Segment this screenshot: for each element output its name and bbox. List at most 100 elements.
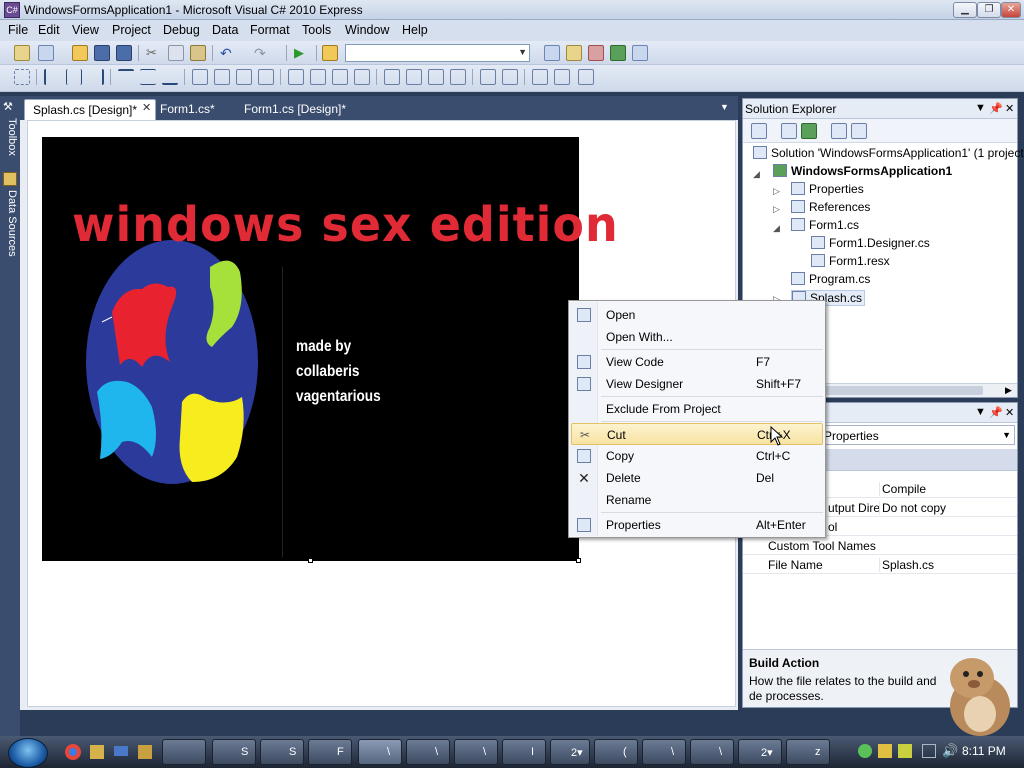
- taskbar-button[interactable]: I: [502, 739, 546, 765]
- menu-edit[interactable]: Edit: [38, 23, 60, 37]
- tab-splash-design[interactable]: Splash.cs [Design]*: [24, 99, 156, 120]
- menu-help[interactable]: Help: [402, 23, 428, 37]
- menu-item-open-with[interactable]: Open With...: [571, 326, 823, 348]
- taskbar-button[interactable]: 2▾: [738, 739, 782, 765]
- decrease-vertical-spacing-icon[interactable]: [428, 69, 444, 85]
- undo-icon[interactable]: ↶: [220, 45, 236, 61]
- remove-spacing-icon[interactable]: [354, 69, 370, 85]
- data-sources-tab[interactable]: Data Sources: [2, 190, 18, 257]
- quick-launch-desktop-icon[interactable]: [110, 739, 132, 765]
- increase-spacing-icon[interactable]: [310, 69, 326, 85]
- tree-form1-designer[interactable]: Form1.Designer.cs: [811, 236, 930, 250]
- menu-item-cut[interactable]: ✂CutCtrl+X: [571, 423, 823, 445]
- tree-program[interactable]: Program.cs: [791, 272, 870, 286]
- center-horizontally-icon[interactable]: [480, 69, 496, 85]
- align-tops-icon[interactable]: [118, 69, 134, 85]
- window-position-icon[interactable]: ▼: [975, 406, 986, 418]
- copy-icon[interactable]: [168, 45, 184, 61]
- taskbar-button[interactable]: z: [786, 739, 830, 765]
- toolbox-icon[interactable]: [588, 45, 604, 61]
- tree-solution[interactable]: Solution 'WindowsFormsApplication1' (1 p…: [753, 146, 1024, 160]
- refresh-icon[interactable]: [801, 123, 817, 139]
- menu-item-open[interactable]: Open: [571, 304, 823, 326]
- increase-vertical-spacing-icon[interactable]: [406, 69, 422, 85]
- decrease-spacing-icon[interactable]: [332, 69, 348, 85]
- align-bottoms-icon[interactable]: [162, 69, 178, 85]
- menu-file[interactable]: File: [8, 23, 28, 37]
- prop-row[interactable]: Custom Tool Names: [743, 536, 1017, 555]
- size-to-grid-icon[interactable]: [214, 69, 230, 85]
- taskbar-button[interactable]: \: [454, 739, 498, 765]
- menu-item-copy[interactable]: Copy Ctrl+C: [571, 445, 823, 467]
- find-combo[interactable]: ▼: [345, 44, 530, 62]
- tree-form1[interactable]: Form1.cs: [791, 218, 859, 232]
- menu-item-properties[interactable]: Properties Alt+Enter: [571, 514, 823, 536]
- close-icon[interactable]: ✕: [1005, 102, 1014, 115]
- send-to-back-icon[interactable]: [554, 69, 570, 85]
- properties-icon[interactable]: [751, 123, 767, 139]
- find-in-files-icon[interactable]: [322, 45, 338, 61]
- extension-icon[interactable]: [632, 45, 648, 61]
- tree-properties[interactable]: Properties: [791, 182, 864, 196]
- start-page-icon[interactable]: [610, 45, 626, 61]
- menu-item-exclude[interactable]: Exclude From Project: [571, 398, 823, 420]
- tree-references[interactable]: References: [791, 200, 870, 214]
- scroll-right-icon[interactable]: ▶: [1005, 385, 1012, 396]
- close-tab-icon[interactable]: ✕: [142, 101, 151, 114]
- save-all-icon[interactable]: [116, 45, 132, 61]
- bring-to-front-icon[interactable]: [532, 69, 548, 85]
- cut-icon[interactable]: ✂: [146, 45, 162, 61]
- solution-explorer-icon[interactable]: [544, 45, 560, 61]
- volume-icon[interactable]: 🔊: [942, 743, 958, 759]
- tab-form1-design[interactable]: Form1.cs [Design]*: [236, 99, 354, 120]
- add-item-icon[interactable]: [38, 45, 54, 61]
- make-same-height-icon[interactable]: [236, 69, 252, 85]
- taskbar-button[interactable]: \: [690, 739, 734, 765]
- window-position-icon[interactable]: ▼: [975, 102, 986, 114]
- taskbar-button-active[interactable]: \: [358, 739, 402, 765]
- open-folder-icon[interactable]: [72, 45, 88, 61]
- quick-launch-chrome-icon[interactable]: [62, 739, 84, 765]
- new-project-icon[interactable]: [14, 45, 30, 61]
- resize-handle-bottom[interactable]: [308, 558, 313, 563]
- expand-arrow-icon[interactable]: ▷: [773, 204, 780, 215]
- make-same-size-icon[interactable]: [258, 69, 274, 85]
- collapse-arrow-icon[interactable]: ◢: [753, 169, 760, 180]
- view-code-icon[interactable]: [831, 123, 847, 139]
- menu-format[interactable]: Format: [250, 23, 290, 37]
- taskbar-button[interactable]: 2▾: [550, 739, 590, 765]
- close-icon[interactable]: ✕: [1005, 406, 1014, 419]
- start-button[interactable]: [8, 738, 48, 768]
- taskbar-button[interactable]: [162, 739, 206, 765]
- minimize-button[interactable]: ▁: [953, 2, 977, 18]
- resize-handle-corner[interactable]: [576, 558, 581, 563]
- pin-icon[interactable]: 📌: [989, 406, 1003, 419]
- pin-icon[interactable]: 📌: [989, 102, 1003, 115]
- tree-project[interactable]: WindowsFormsApplication1: [773, 164, 952, 178]
- prop-value[interactable]: Do not copy: [879, 501, 946, 515]
- center-vertically-icon[interactable]: [502, 69, 518, 85]
- tray-app-icon[interactable]: [898, 744, 912, 758]
- taskbar-button[interactable]: (: [594, 739, 638, 765]
- menu-debug[interactable]: Debug: [163, 23, 200, 37]
- expand-arrow-icon[interactable]: ▷: [773, 186, 780, 197]
- menu-item-view-code[interactable]: View Code F7: [571, 351, 823, 373]
- clock[interactable]: 8:11 PM: [962, 744, 1006, 758]
- redo-icon[interactable]: ↷: [254, 45, 270, 61]
- align-to-grid-icon[interactable]: [14, 69, 30, 85]
- menu-view[interactable]: View: [72, 23, 99, 37]
- taskbar-button[interactable]: \: [642, 739, 686, 765]
- remove-vertical-spacing-icon[interactable]: [450, 69, 466, 85]
- align-rights-icon[interactable]: [88, 69, 104, 85]
- prop-value[interactable]: Splash.cs: [879, 558, 934, 572]
- menu-window[interactable]: Window: [345, 23, 389, 37]
- object-selector[interactable]: Properties ▼: [821, 425, 1015, 445]
- paste-icon[interactable]: [190, 45, 206, 61]
- tree-form1-resx[interactable]: Form1.resx: [811, 254, 890, 268]
- menu-item-rename[interactable]: Rename: [571, 489, 823, 511]
- tab-form1-code[interactable]: Form1.cs*: [152, 99, 223, 120]
- properties-window-icon[interactable]: [566, 45, 582, 61]
- show-all-files-icon[interactable]: [781, 123, 797, 139]
- tab-order-icon[interactable]: [578, 69, 594, 85]
- menu-item-view-designer[interactable]: View Designer Shift+F7: [571, 373, 823, 395]
